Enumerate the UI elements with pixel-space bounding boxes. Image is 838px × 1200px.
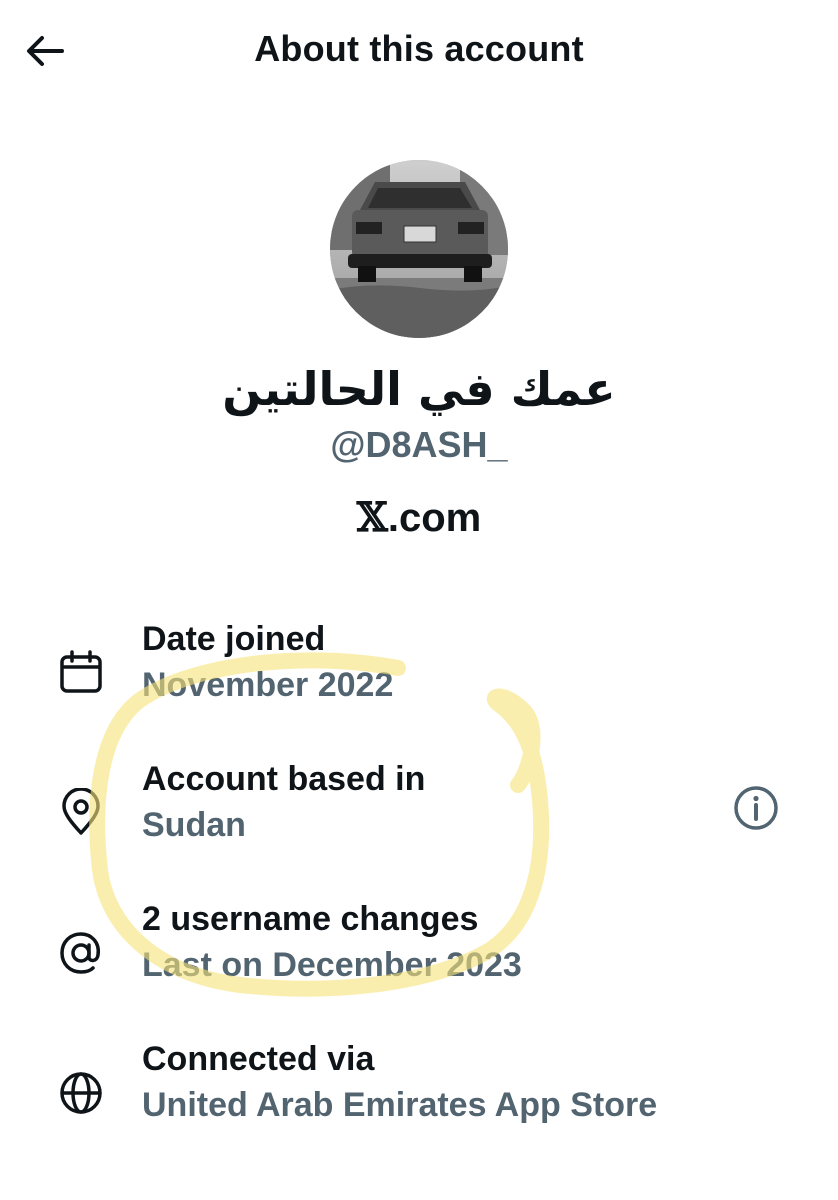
detail-row-username-changes: 2 username changes Last on December 2023 [0, 900, 838, 1000]
x-logo-icon: 𝕏 [356, 494, 388, 541]
username-handle: @D8ASH_ [330, 424, 508, 465]
detail-row-account-based-in: Account based in Sudan [0, 760, 838, 860]
detail-value: Last on December 2023 [142, 946, 522, 984]
detail-row-connected-via: Connected via United Arab Emirates App S… [0, 1040, 838, 1140]
detail-title: Date joined [142, 620, 326, 658]
detail-row-date-joined: Date joined November 2022 [0, 620, 838, 720]
profile-photo-car [330, 160, 508, 338]
at-sign-icon [56, 928, 106, 978]
detail-value: November 2022 [142, 666, 394, 704]
display-name: عمك في الحالتين [222, 362, 616, 416]
detail-title: 2 username changes [142, 900, 479, 938]
location-pin-icon [56, 788, 106, 838]
verified-via-suffix: .com [387, 496, 482, 540]
header-bar: About this account [0, 0, 838, 100]
detail-title: Connected via [142, 1040, 375, 1078]
detail-value: Sudan [142, 806, 246, 844]
verified-via-text: 𝕏.com [0, 494, 838, 541]
calendar-icon [56, 648, 106, 698]
avatar[interactable] [330, 160, 508, 338]
page-title: About this account [254, 28, 584, 69]
info-button[interactable] [730, 782, 782, 834]
globe-icon [56, 1068, 106, 1118]
detail-title: Account based in [142, 760, 426, 798]
info-icon [734, 786, 778, 830]
detail-value: United Arab Emirates App Store [142, 1086, 658, 1124]
